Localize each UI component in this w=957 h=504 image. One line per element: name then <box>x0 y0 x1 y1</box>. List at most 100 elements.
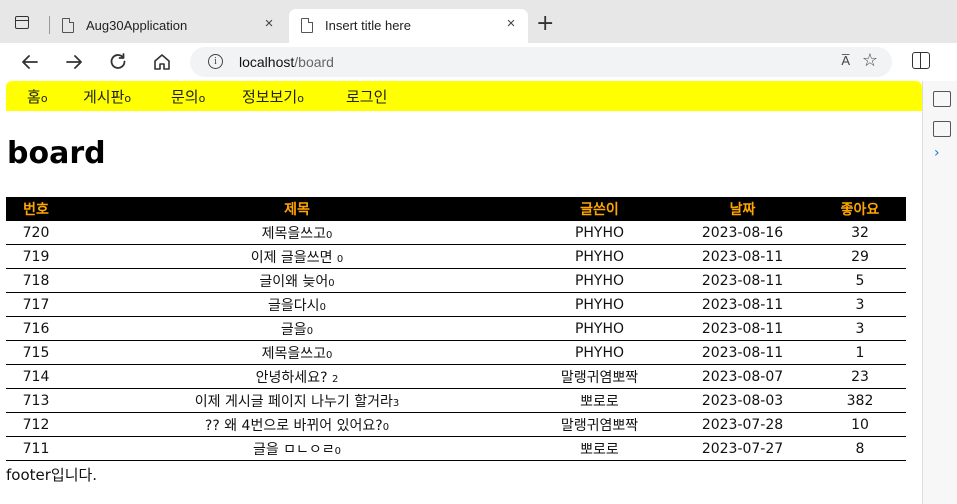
url-text[interactable]: localhost/board <box>239 54 334 70</box>
table-row[interactable]: 718 글이왜 늦어0 PHYHO 2023-08-11 5 <box>6 268 906 293</box>
new-tab-button[interactable]: + <box>536 13 554 35</box>
table-row[interactable]: 717 글을다시0 PHYHO 2023-08-11 3 <box>6 292 906 317</box>
cell-likes-text: 29 <box>851 248 869 265</box>
tab-actions-menu-icon[interactable] <box>14 14 32 32</box>
sidebar-app-icon[interactable] <box>933 91 951 107</box>
site-info-icon[interactable]: i <box>208 54 223 69</box>
read-aloud-icon[interactable]: A̅ <box>841 53 850 68</box>
table-row[interactable]: 716 글을0 PHYHO 2023-08-11 3 <box>6 316 906 341</box>
cell-date: 2023-08-11 <box>671 340 814 365</box>
menu-marker: o <box>198 92 206 105</box>
address-bar[interactable]: i localhost/board A̅ ☆ <box>190 47 892 77</box>
table-row[interactable]: 711 글을 ㅁㄴㅇㄹ0 뽀로로 2023-07-27 8 <box>6 436 906 461</box>
table-row[interactable]: 715 제목을쓰고0 PHYHO 2023-08-11 1 <box>6 340 906 365</box>
tab-aug30application[interactable]: Aug30Application × <box>50 9 286 43</box>
menu-item-info[interactable]: 정보보기o <box>242 86 304 107</box>
menu-marker: o <box>297 92 304 105</box>
chevron-right-icon[interactable]: › <box>934 145 940 161</box>
cell-number-text: 720 <box>22 224 50 241</box>
tab-title: Insert title here <box>325 18 411 33</box>
cell-date-text: 2023-08-11 <box>701 248 784 265</box>
menu-marker: o <box>40 92 48 105</box>
menu-item-label: 문의 <box>171 88 199 106</box>
cell-date: 2023-08-07 <box>671 364 814 389</box>
cell-title[interactable]: 제목을쓰고0 <box>66 221 528 245</box>
cell-date-text: 2023-08-16 <box>701 224 784 241</box>
cell-likes-text: 382 <box>846 392 874 409</box>
page-icon <box>301 18 313 33</box>
cell-likes-text: 3 <box>855 296 865 313</box>
refresh-button[interactable] <box>105 49 131 75</box>
table-header-row: 번호 제목 글쓴이 날짜 좋아요 <box>6 197 906 221</box>
menu-marker: o <box>124 92 132 105</box>
cell-date-text: 2023-08-11 <box>701 272 784 289</box>
cell-writer-text: PHYHO <box>574 248 625 265</box>
table-row[interactable]: 714 안녕하세요? 2 말랭귀염뽀짝 2023-08-07 23 <box>6 364 906 389</box>
menu-item-label: 로그인 <box>346 88 388 106</box>
cell-title-text: 글을다시 <box>268 297 320 314</box>
cell-number: 720 <box>6 221 66 245</box>
table-row[interactable]: 712 ?? 왜 4번으로 바뀌어 있어요?0 말랭귀염뽀짝 2023-07-28 10 <box>6 412 906 437</box>
cell-title[interactable]: 글이왜 늦어0 <box>66 268 528 293</box>
cell-title[interactable]: 글을다시0 <box>66 292 528 317</box>
cell-writer: 뽀로로 <box>528 388 671 413</box>
cell-writer: PHYHO <box>528 268 671 293</box>
cell-likes-text: 32 <box>851 224 869 241</box>
menu-item-label: 홈 <box>27 88 41 106</box>
cell-number-text: 715 <box>22 344 50 361</box>
column-header-writer: 글쓴이 <box>528 197 671 221</box>
cell-number: 711 <box>6 436 66 461</box>
cell-title[interactable]: ?? 왜 4번으로 바뀌어 있어요?0 <box>66 412 528 437</box>
cell-likes: 3 <box>814 316 906 341</box>
cell-number-text: 716 <box>22 320 50 337</box>
favorite-star-icon[interactable]: ☆ <box>862 50 878 71</box>
cell-writer-text: 뽀로로 <box>580 393 619 410</box>
cell-likes-text: 5 <box>855 272 865 289</box>
cell-likes-text: 1 <box>855 344 865 361</box>
cell-likes: 10 <box>814 412 906 437</box>
close-tab-icon[interactable]: × <box>502 15 520 33</box>
cell-writer: 뽀로로 <box>528 436 671 461</box>
split-screen-icon[interactable] <box>912 52 930 69</box>
cell-title-text: 이제 게시글 페이지 나누기 할거라 <box>194 393 393 410</box>
cell-date: 2023-08-11 <box>671 316 814 341</box>
back-button[interactable] <box>17 49 43 75</box>
cell-writer: PHYHO <box>528 221 671 245</box>
cell-likes: 8 <box>814 436 906 461</box>
cell-writer-text: PHYHO <box>574 344 625 361</box>
close-tab-icon[interactable]: × <box>260 15 278 33</box>
menu-item-home[interactable]: 홈o <box>27 86 48 107</box>
table-row[interactable]: 719 이제 글을쓰면 0 PHYHO 2023-08-11 29 <box>6 244 906 269</box>
cell-title[interactable]: 이제 글을쓰면 0 <box>66 244 528 269</box>
cell-likes: 382 <box>814 388 906 413</box>
cell-likes: 1 <box>814 340 906 365</box>
menu-item-inquiry[interactable]: 문의o <box>171 86 205 107</box>
menu-item-board[interactable]: 게시판o <box>83 86 131 107</box>
cell-title[interactable]: 글을 ㅁㄴㅇㄹ0 <box>66 436 528 461</box>
cell-title-text: 글이왜 늦어 <box>259 273 329 290</box>
cell-title[interactable]: 글을0 <box>66 316 528 341</box>
cell-title[interactable]: 안녕하세요? 2 <box>66 364 528 389</box>
cell-title[interactable]: 제목을쓰고0 <box>66 340 528 365</box>
cell-likes-text: 8 <box>855 440 865 457</box>
cell-likes-text: 3 <box>855 320 865 337</box>
cell-number-text: 711 <box>22 440 50 457</box>
cell-number: 717 <box>6 292 66 317</box>
cell-writer-text: PHYHO <box>574 320 625 337</box>
page-footer: footer입니다. <box>6 466 98 484</box>
cell-writer: 말랭귀염뽀짝 <box>528 412 671 437</box>
cell-number: 714 <box>6 364 66 389</box>
comment-count: 0 <box>336 253 344 265</box>
table-row[interactable]: 720 제목을쓰고0 PHYHO 2023-08-16 32 <box>6 221 906 245</box>
tab-insert-title-here[interactable]: Insert title here × <box>289 9 528 43</box>
cell-writer: PHYHO <box>528 316 671 341</box>
home-button[interactable] <box>149 49 175 75</box>
table-row[interactable]: 713 이제 게시글 페이지 나누기 할거라3 뽀로로 2023-08-03 382 <box>6 388 906 413</box>
sidebar-app-icon[interactable] <box>933 121 951 137</box>
cell-title-text: 안녕하세요? <box>255 369 332 386</box>
cell-number: 719 <box>6 244 66 269</box>
cell-title[interactable]: 이제 게시글 페이지 나누기 할거라3 <box>66 388 528 413</box>
menu-item-login[interactable]: 로그인 <box>346 86 387 107</box>
comment-count: 0 <box>382 421 390 433</box>
forward-button[interactable] <box>61 49 87 75</box>
